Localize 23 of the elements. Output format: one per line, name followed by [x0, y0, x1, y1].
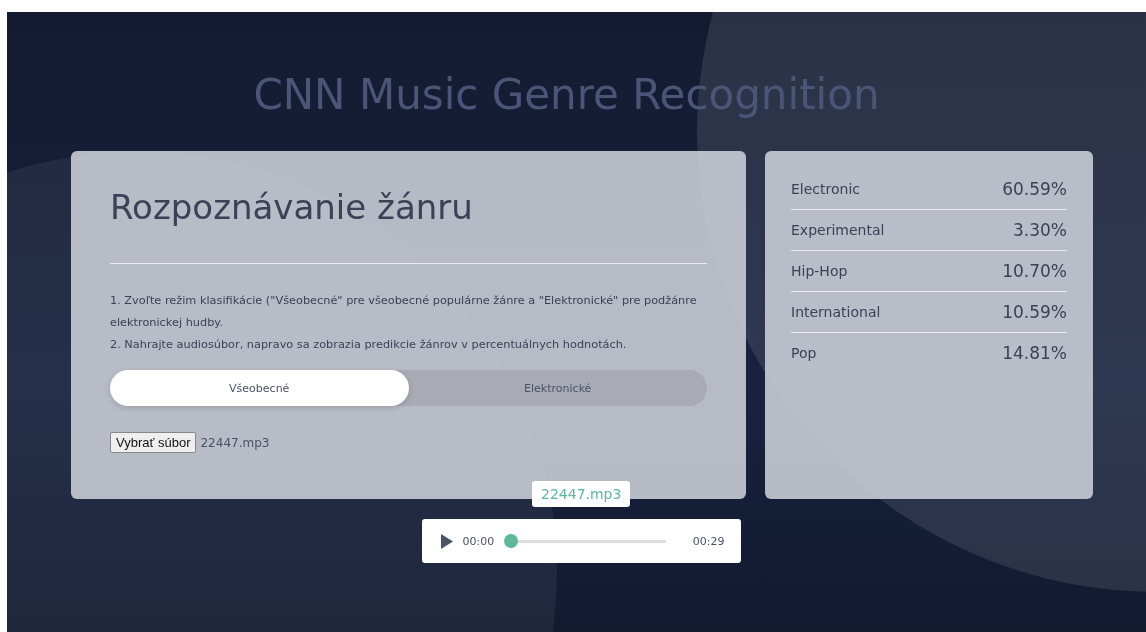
- mode-tab[interactable]: Všeobecné: [110, 370, 409, 406]
- file-label: 22447.mp3: [532, 481, 631, 507]
- genre-percentage: 10.59%: [1002, 302, 1067, 322]
- genre-percentage: 60.59%: [1002, 179, 1067, 199]
- play-icon[interactable]: [440, 532, 453, 550]
- instruction-text: 1. Zvoľte režim klasifikácie ("Všeobecné" pre všeobecné populárne žánre a "Elektronické" pre podžánre elektronickej hudby.: [110, 293, 698, 331]
- genre-percentage: 3.30%: [1013, 220, 1067, 240]
- genre-name: Pop: [791, 345, 817, 361]
- genre-name: Electronic: [791, 181, 860, 197]
- page-title: CNN Music Genre Recognition: [252, 69, 881, 121]
- progress-thumb[interactable]: [504, 534, 519, 548]
- mode-tab[interactable]: Elektronické: [408, 370, 707, 406]
- card-heading: Rozpoznávanie žánru: [110, 187, 474, 227]
- duration-time: 00:29: [692, 534, 725, 548]
- file-name: 22447.mp3: [200, 435, 270, 450]
- genre-name: International: [791, 304, 881, 320]
- instruction-text: 2. Nahrajte audiosúbor, napravo sa zobrazia predikcie žánrov v percentuálnych hodnotách.: [110, 337, 628, 353]
- current-time: 00:00: [462, 534, 495, 548]
- genre-percentage: 10.70%: [1002, 261, 1067, 281]
- choose-file-button[interactable]: Vybrať súbor: [110, 432, 197, 453]
- genre-name: Experimental: [791, 222, 885, 238]
- genre-name: Hip-Hop: [791, 263, 848, 279]
- genre-percentage: 14.81%: [1002, 343, 1067, 363]
